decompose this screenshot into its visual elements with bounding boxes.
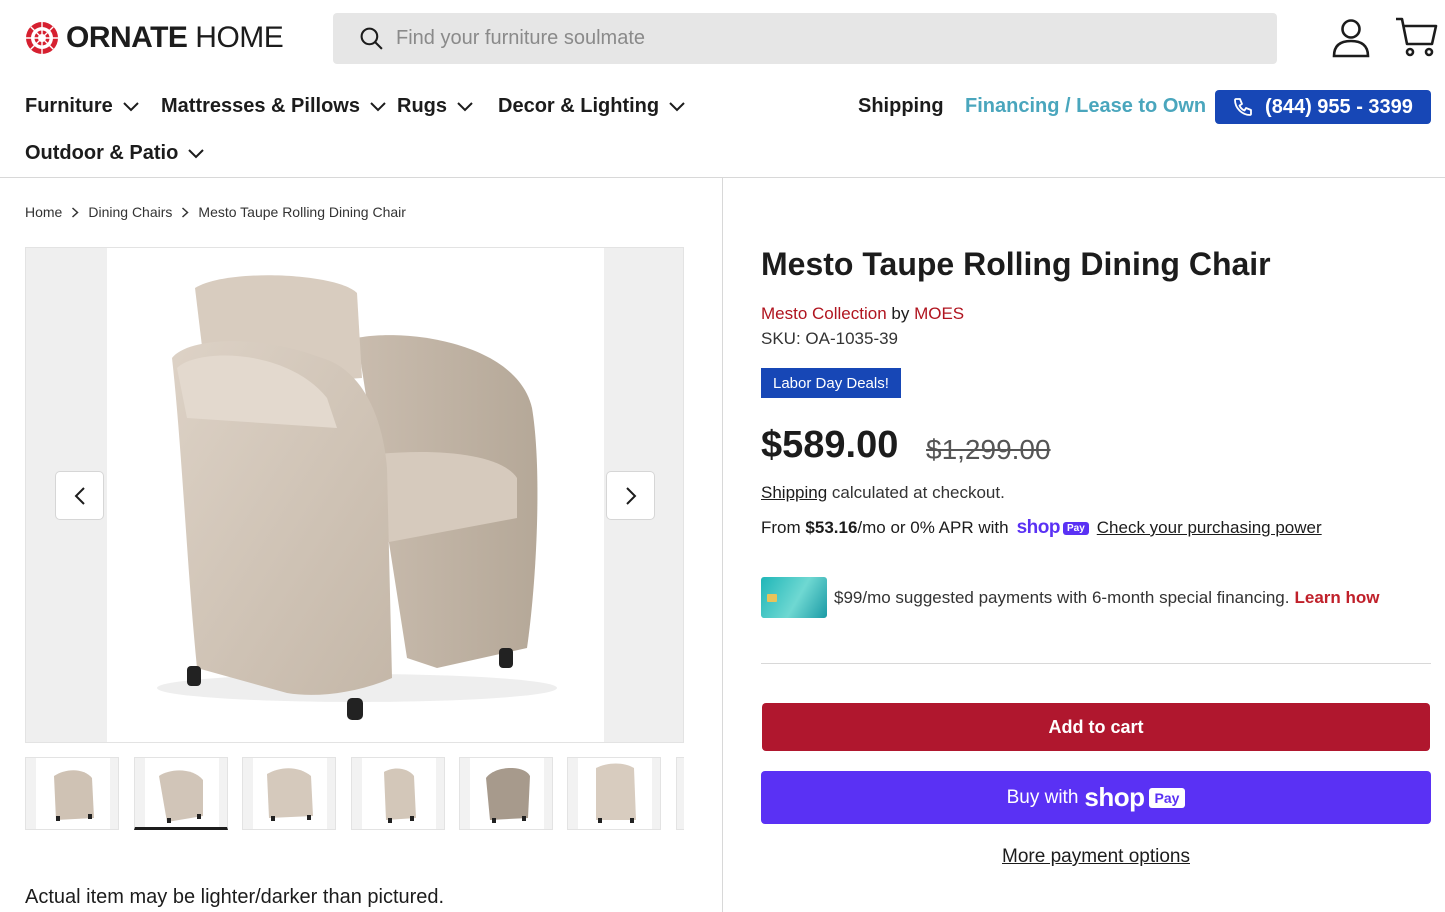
chevron-right-icon: [625, 486, 636, 505]
column-divider: [722, 178, 723, 912]
credit-card-image: [761, 577, 827, 618]
pay-logo: Pay: [1148, 787, 1186, 808]
logo-text: ORNATE HOME: [66, 21, 284, 54]
nav-label: Rugs: [397, 95, 447, 117]
site-logo[interactable]: ORNATE HOME: [25, 20, 284, 56]
by-text: by: [886, 304, 915, 323]
gallery-next-button[interactable]: [606, 471, 655, 520]
shipping-note: Shipping calculated at checkout.: [761, 483, 1005, 503]
nav-furniture[interactable]: Furniture: [25, 95, 139, 118]
nav-rugs[interactable]: Rugs: [397, 95, 473, 118]
installments-amount: $53.16: [805, 518, 858, 537]
more-payment-container: More payment options: [761, 846, 1431, 868]
installments-suffix: /mo or 0% APR with: [857, 518, 1009, 537]
thumbnail[interactable]: [459, 757, 553, 830]
site-header: ORNATE HOME Furniture Mattresses & Pillo…: [0, 0, 1445, 178]
phone-icon: [1234, 98, 1252, 116]
thumbnail[interactable]: [351, 757, 445, 830]
breadcrumb-home[interactable]: Home: [25, 204, 62, 220]
thumbnail[interactable]: [676, 757, 684, 830]
chevron-right-icon: [72, 206, 79, 218]
phone-number: (844) 955 - 3399: [1265, 95, 1413, 118]
phone-button[interactable]: (844) 955 - 3399: [1215, 90, 1431, 124]
compare-price: $1,299.00: [926, 434, 1051, 465]
product-gallery: [25, 247, 684, 743]
nav-outdoor-patio[interactable]: Outdoor & Patio: [25, 142, 205, 165]
nav-label: Decor & Lighting: [498, 95, 660, 117]
buy-with-shop-pay-button[interactable]: Buy with shop Pay: [761, 771, 1431, 824]
collection-line: Mesto Collection by MOES: [761, 304, 964, 324]
shop-pay-chip: Pay: [1062, 521, 1089, 535]
promo-badge: Labor Day Deals!: [761, 368, 901, 398]
breadcrumb: Home Dining Chairs Mesto Taupe Rolling D…: [25, 204, 406, 220]
add-to-cart-button[interactable]: Add to cart: [762, 703, 1430, 751]
search-input[interactable]: [396, 27, 1196, 50]
chevron-down-icon: [370, 101, 386, 111]
shop-logo: shop: [1084, 782, 1145, 812]
nav-label: Furniture: [25, 95, 113, 117]
financing-text: $99/mo suggested payments with 6-month s…: [834, 587, 1290, 607]
product-title: Mesto Taupe Rolling Dining Chair: [761, 246, 1271, 282]
chair-image: [157, 275, 557, 720]
thumbnail[interactable]: [25, 757, 119, 830]
learn-how-link[interactable]: Learn how: [1294, 588, 1379, 608]
sale-price: $589.00: [761, 424, 899, 466]
thumbnail[interactable]: [567, 757, 661, 830]
search-icon: [360, 27, 383, 50]
color-disclaimer: Actual item may be lighter/darker than p…: [25, 886, 445, 908]
nav-label: Mattresses & Pillows: [161, 95, 360, 117]
cart-icon[interactable]: [1394, 16, 1438, 58]
product-sku: SKU: OA-1035-39: [761, 329, 899, 348]
section-divider: [761, 663, 1431, 664]
product-image[interactable]: [107, 248, 604, 742]
brand-link[interactable]: MOES: [914, 304, 964, 323]
purchasing-power-link[interactable]: Check your purchasing power: [1097, 518, 1322, 538]
chevron-down-icon: [457, 101, 473, 111]
account-icon[interactable]: [1330, 18, 1372, 58]
chevron-down-icon: [188, 148, 205, 158]
shop-pay-logo: shop: [1016, 517, 1061, 538]
breadcrumb-current: Mesto Taupe Rolling Dining Chair: [198, 204, 406, 220]
financing-offer: $99/mo suggested payments with 6-month s…: [761, 577, 1380, 618]
shipping-policy-link[interactable]: Shipping: [761, 483, 827, 502]
nav-decor-lighting[interactable]: Decor & Lighting: [498, 95, 685, 118]
shipping-link[interactable]: Shipping: [858, 95, 944, 118]
shipping-note-text: calculated at checkout.: [827, 483, 1005, 502]
nav-label: Outdoor & Patio: [25, 142, 179, 164]
chevron-left-icon: [74, 486, 85, 505]
breadcrumb-category[interactable]: Dining Chairs: [88, 204, 172, 220]
thumbnail-strip: [25, 757, 684, 831]
chevron-right-icon: [182, 206, 190, 218]
more-payment-options-link[interactable]: More payment options: [1002, 846, 1190, 867]
gallery-prev-button[interactable]: [55, 471, 104, 520]
buy-with-label: Buy with: [1006, 786, 1079, 808]
collection-link[interactable]: Mesto Collection: [761, 304, 887, 323]
installments-line: From $53.16/mo or 0% APR with shop Pay Ch…: [761, 517, 1322, 539]
installments-prefix: From: [761, 518, 801, 537]
search-bar[interactable]: [333, 13, 1277, 64]
logo-mark-icon: [26, 22, 58, 54]
financing-link[interactable]: Financing / Lease to Own: [965, 95, 1206, 118]
nav-mattresses[interactable]: Mattresses & Pillows: [161, 95, 386, 118]
thumbnail[interactable]: [242, 757, 336, 830]
chevron-down-icon: [123, 101, 139, 111]
thumbnail[interactable]: [134, 757, 228, 830]
chevron-down-icon: [669, 101, 685, 111]
